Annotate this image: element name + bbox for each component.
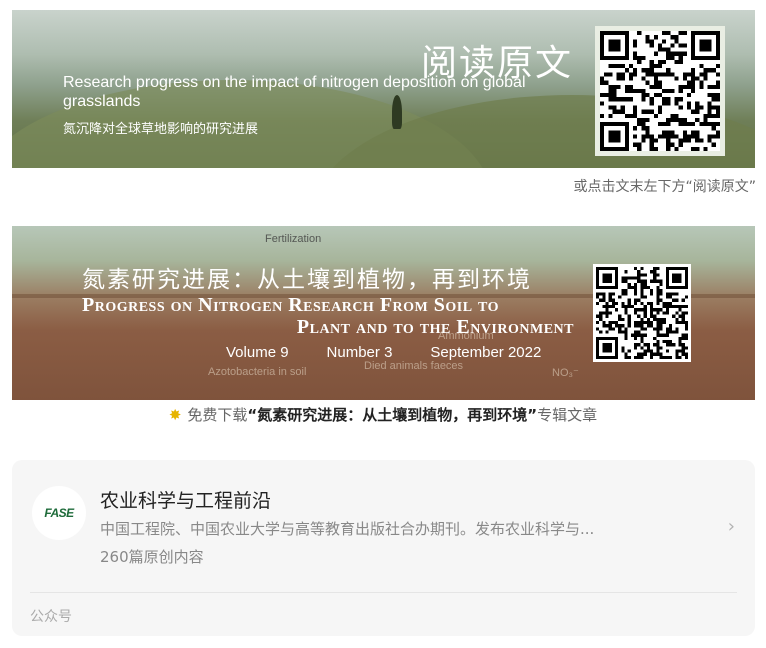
issue-title-en-line2: Plant and to the Environment [296,316,574,338]
download-prefix: 免费下载 [187,406,248,424]
fase-logo: FASE [44,506,74,520]
divider [30,592,737,593]
issue-number: Number 3 [326,344,393,361]
download-hint[interactable]: ✸ 免费下载“氮素研究进展：从土壤到植物，再到环境”专辑文章 [0,404,766,425]
issue-volume: Volume 9 [226,344,289,361]
qr-code [593,264,691,362]
issue-meta: Volume 9 Number 3 September 2022 [226,344,541,361]
sparkle-icon: ✸ [168,406,182,424]
download-highlight: “氮素研究进展：从土壤到植物，再到环境” [247,406,538,424]
bg-label: NO₃⁻ [552,367,579,379]
account-name: 农业科学与工程前沿 [100,490,272,512]
article-count: 260篇原创内容 [100,548,204,566]
qr-code-frame [595,26,725,156]
issue-date: September 2022 [430,344,542,361]
issue-title-en-line1: Progress on Nitrogen Research From Soil … [82,294,500,316]
account-type-label: 公众号 [30,609,72,625]
bg-label-fertilization: Fertilization [265,233,322,245]
issue-title-zh: 氮素研究进展：从土壤到植物，再到环境 [82,267,532,293]
nitrogen-special-issue-banner[interactable]: Fertilization Azotobacteria in soil Died… [12,226,755,400]
bg-label: Azotobacteria in soil [208,366,307,378]
page: 阅读原文 Research progress on the impact of … [0,0,766,648]
read-original-banner[interactable]: 阅读原文 Research progress on the impact of … [12,10,755,168]
avatar: FASE [32,486,86,540]
bg-label: Died animals faeces [364,360,464,372]
read-original-hint: 或点击文末左下方“阅读原文” [573,179,756,195]
account-description: 中国工程院、中国农业大学与高等教育出版社合办期刊。发布农业科学与... [100,520,595,538]
official-account-card[interactable]: FASE 农业科学与工程前沿 中国工程院、中国农业大学与高等教育出版社合办期刊。… [12,460,755,636]
banner-subtitle-zh: 氮沉降对全球草地影响的研究进展 [63,122,259,137]
banner-subtitle-en: Research progress on the impact of nitro… [63,74,526,110]
download-suffix: 专辑文章 [537,406,598,424]
qr-code [600,31,720,151]
chevron-right-icon: › [727,516,735,537]
